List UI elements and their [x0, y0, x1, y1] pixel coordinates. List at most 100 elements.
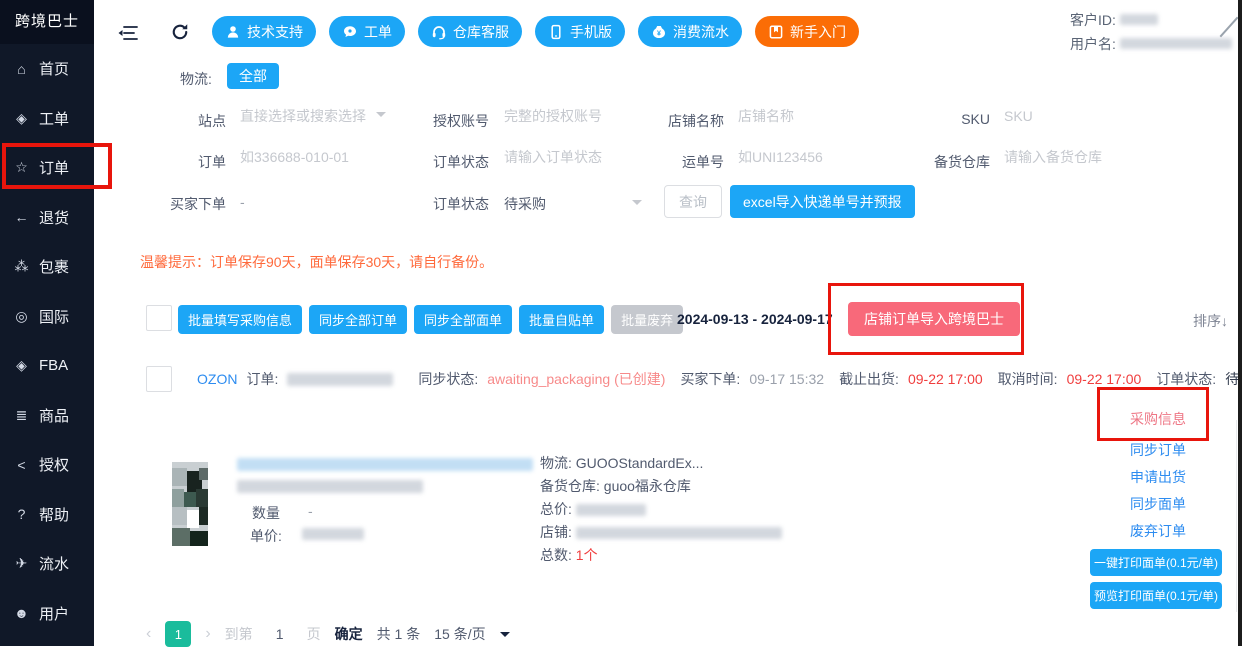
- buyer-time-value: 09-17 15:32: [749, 371, 824, 387]
- order-warehouse-label: 备货仓库:: [540, 478, 600, 494]
- order-warehouse-value: guoo福永仓库: [604, 478, 691, 494]
- gem-icon: ◈: [13, 357, 30, 374]
- batch-button-批量填写采购信息[interactable]: 批量填写采购信息: [178, 305, 302, 334]
- action-sync-label-sheet[interactable]: 同步面单: [1094, 494, 1222, 514]
- order-status-selected-value: 待采购: [504, 194, 624, 214]
- logistics-all-chip[interactable]: 全部: [227, 63, 279, 89]
- site-input[interactable]: [240, 108, 368, 124]
- redacted-username: [1120, 38, 1232, 49]
- goto-page-input[interactable]: [267, 626, 293, 642]
- home-icon: ⌂: [13, 61, 30, 77]
- product-image: [172, 462, 208, 546]
- order-total-price: 总价:: [540, 499, 646, 519]
- action-apply-shipment[interactable]: 申请出货: [1094, 467, 1222, 487]
- auth-account-label: 授权账号: [354, 111, 489, 131]
- current-page-button[interactable]: 1: [165, 621, 191, 647]
- sidebar: 跨境巴士 ⌂ 首页 ◈ 工单 ☆ 订单 ← 退货 ⁂: [0, 0, 94, 646]
- query-button[interactable]: 查询: [664, 185, 722, 218]
- batch-button-同步全部面单[interactable]: 同步全部面单: [414, 305, 512, 334]
- order-no-input[interactable]: [240, 149, 370, 165]
- sidebar-item-auth[interactable]: < 授权: [0, 440, 94, 490]
- sidebar-item-international[interactable]: ◎ 国际: [0, 292, 94, 342]
- topbar-button-tech-support[interactable]: 技术支持: [212, 16, 316, 47]
- globe-icon: ◎: [13, 308, 30, 325]
- refresh-icon[interactable]: [170, 22, 190, 45]
- platform-badge: OZON: [197, 371, 237, 387]
- sidebar-item-help[interactable]: ? 帮助: [0, 490, 94, 540]
- collapse-menu-icon[interactable]: [118, 24, 138, 45]
- username-label: 用户名:: [1070, 36, 1116, 52]
- sidebar-item-fba[interactable]: ◈ FBA: [0, 341, 94, 391]
- goto-label: 到第: [225, 624, 253, 644]
- customer-id-label: 客户ID:: [1070, 12, 1116, 28]
- sidebar-item-home[interactable]: ⌂ 首页: [0, 44, 94, 94]
- total-count-label: 共 1 条: [377, 624, 421, 644]
- batch-button-同步全部订单[interactable]: 同步全部订单: [309, 305, 407, 334]
- sidebar-item-user[interactable]: ☻ 用户: [0, 589, 94, 639]
- ship-deadline-label: 截止出货:: [839, 369, 899, 389]
- action-purchase-info[interactable]: 采购信息: [1094, 409, 1222, 429]
- goto-confirm-button[interactable]: 确定: [335, 624, 363, 644]
- sidebar-item-goods[interactable]: ≣ 商品: [0, 391, 94, 441]
- batch-button-批量自贴单[interactable]: 批量自贴单: [519, 305, 604, 334]
- sidebar-item-workorder[interactable]: ◈ 工单: [0, 94, 94, 144]
- order-warehouse: 备货仓库: guoo福永仓库: [540, 476, 691, 496]
- redacted-unit-price: [302, 528, 364, 540]
- redacted-total-price: [576, 504, 646, 516]
- arrow-left-icon: ←: [13, 209, 30, 225]
- sku-input[interactable]: [1004, 108, 1134, 124]
- gem-icon: ◈: [13, 110, 30, 127]
- sidebar-item-returns[interactable]: ← 退货: [0, 193, 94, 243]
- buyer-order-value[interactable]: -: [240, 194, 245, 210]
- qty-label: 数量: [252, 503, 280, 523]
- next-page-icon[interactable]: ›: [205, 625, 210, 643]
- page-unit-label: 页: [307, 624, 321, 644]
- sort-toggle[interactable]: 排序↓: [1193, 311, 1228, 331]
- order-status-input-label: 订单状态: [354, 152, 489, 172]
- order-status-select[interactable]: 待采购: [504, 194, 642, 214]
- brand-logo: 跨境巴士: [0, 0, 94, 44]
- actions-divider: [1236, 420, 1237, 612]
- question-icon: ?: [13, 506, 30, 522]
- order-header-row: OZON 订单: 同步状态: awaiting_packaging (已创建) …: [146, 366, 1242, 392]
- chat-icon: [342, 24, 358, 40]
- topbar-button-beginner-guide[interactable]: 新手入门: [755, 16, 859, 47]
- window-edge-strip: [1238, 0, 1242, 646]
- stock-warehouse-input[interactable]: [1004, 149, 1134, 165]
- order-total-price-label: 总价:: [540, 501, 572, 517]
- user-icon: ☻: [13, 605, 30, 621]
- shop-name-input[interactable]: [738, 108, 868, 124]
- select-all-checkbox[interactable]: [146, 305, 172, 331]
- headset-icon: [431, 24, 447, 40]
- topbar-button-warehouse-service[interactable]: 仓库客服: [418, 16, 522, 47]
- per-page-chevron-icon[interactable]: [500, 632, 510, 642]
- qty-value: -: [308, 503, 313, 519]
- per-page-select[interactable]: 15 条/页: [434, 624, 485, 644]
- excel-import-button[interactable]: excel导入快递单号并预报: [730, 185, 915, 218]
- order-checkbox[interactable]: [146, 366, 172, 392]
- topbar-button-consume-flow[interactable]: ¥ 消费流水: [638, 16, 742, 47]
- one-click-print-button[interactable]: 一键打印面单(0.1元/单): [1090, 549, 1222, 576]
- drops-icon: ⁂: [13, 258, 30, 275]
- date-range[interactable]: 2024-09-13 - 2024-09-17: [677, 311, 833, 327]
- order-status-label: 订单状态:: [1156, 369, 1216, 389]
- topbar-button-mobile-version[interactable]: 手机版: [535, 16, 625, 47]
- import-shop-orders-button[interactable]: 店铺订单导入跨境巴士: [848, 302, 1020, 336]
- action-discard-order[interactable]: 废弃订单: [1094, 521, 1222, 541]
- batch-button-批量废弃[interactable]: 批量废弃: [611, 305, 683, 334]
- topbar-button-work-order[interactable]: 工单: [329, 16, 405, 47]
- buyer-time-label: 买家下单:: [680, 369, 740, 389]
- ship-deadline-value: 09-22 17:00: [908, 371, 983, 387]
- star-icon: ☆: [13, 159, 30, 176]
- topbar-quick-buttons: 技术支持 工单 仓库客服 手机版 ¥ 消费流水: [212, 16, 859, 47]
- prev-page-icon[interactable]: ‹: [146, 625, 151, 643]
- sidebar-item-order[interactable]: ☆ 订单: [0, 143, 94, 193]
- sidebar-item-flow[interactable]: ✈ 流水: [0, 539, 94, 589]
- person-icon: [225, 24, 241, 40]
- layers-icon: ≣: [13, 407, 30, 424]
- book-icon: [768, 24, 784, 40]
- tracking-no-input[interactable]: [738, 149, 868, 165]
- sidebar-item-package[interactable]: ⁂ 包裹: [0, 242, 94, 292]
- action-sync-order[interactable]: 同步订单: [1094, 440, 1222, 460]
- preview-print-button[interactable]: 预览打印面单(0.1元/单): [1090, 582, 1222, 609]
